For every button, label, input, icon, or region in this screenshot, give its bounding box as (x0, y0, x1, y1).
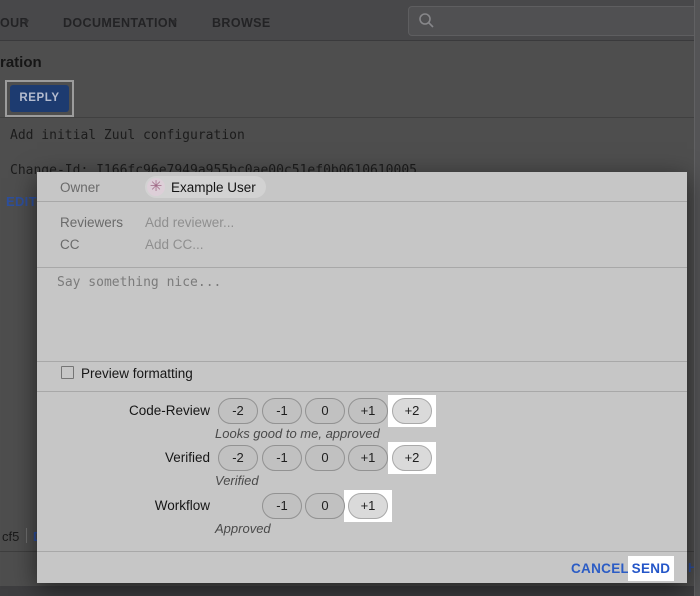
dialog-divider (37, 201, 687, 202)
vote-button-plus2-selected[interactable]: +2 (392, 445, 432, 471)
vote-row-code-review: Code-Review -2 -1 0 +1 +2 Looks good to … (37, 398, 687, 444)
vote-button-minus2[interactable]: -2 (218, 398, 258, 424)
nav-item-browse[interactable]: BROWSE (212, 16, 271, 30)
page-divider (0, 117, 700, 118)
vote-button-plus1[interactable]: +1 (348, 445, 388, 471)
separator (26, 528, 27, 543)
identicon-avatar: ✳ (147, 178, 165, 196)
owner-chip[interactable]: ✳ Example User (145, 176, 266, 198)
reply-button[interactable]: REPLY (10, 85, 69, 112)
reply-dialog: Owner ✳ Example User Reviewers Add revie… (37, 172, 687, 583)
caret-down-icon: ▾ (172, 17, 177, 28)
top-navigation-bar: OUR ▾ DOCUMENTATION ▾ BROWSE (0, 0, 700, 41)
owner-name: Example User (171, 180, 256, 195)
cc-label: CC (60, 237, 80, 252)
vote-button-zero[interactable]: 0 (305, 493, 345, 519)
vote-button-zero[interactable]: 0 (305, 445, 345, 471)
vote-row-verified: Verified -2 -1 0 +1 +2 Verified (37, 445, 687, 491)
dialog-divider (37, 267, 687, 268)
vote-button-plus1[interactable]: +1 (348, 398, 388, 424)
vote-description: Approved (215, 521, 271, 536)
reviewers-label: Reviewers (60, 215, 123, 230)
sha-fragment: cf5 (2, 529, 19, 544)
add-cc-input[interactable]: Add CC... (145, 237, 204, 252)
search-input[interactable] (408, 6, 700, 36)
vote-button-zero[interactable]: 0 (305, 398, 345, 424)
vote-label: Verified (37, 450, 210, 465)
vote-button-minus1[interactable]: -1 (262, 493, 302, 519)
vote-description: Verified (215, 473, 259, 488)
send-button[interactable]: SEND (628, 556, 674, 581)
page-footer-bar (0, 586, 700, 596)
vote-label: Code-Review (37, 403, 210, 418)
edit-link[interactable]: EDIT (6, 194, 37, 209)
preview-formatting-label: Preview formatting (81, 366, 193, 381)
scrollbar[interactable] (694, 0, 700, 596)
owner-label: Owner (60, 180, 100, 195)
vote-button-minus1[interactable]: -1 (262, 398, 302, 424)
page-title-fragment: ration (0, 54, 42, 71)
vote-row-workflow: Workflow -1 0 +1 Approved (37, 493, 687, 539)
search-icon (418, 12, 435, 34)
commit-subject: Add initial Zuul configuration (10, 128, 245, 143)
preview-formatting-checkbox[interactable] (61, 366, 74, 379)
vote-button-plus1-selected[interactable]: +1 (348, 493, 388, 519)
add-reviewer-input[interactable]: Add reviewer... (145, 215, 234, 230)
message-textarea[interactable]: Say something nice... (57, 275, 221, 290)
vote-button-plus2-selected[interactable]: +2 (392, 398, 432, 424)
vote-label: Workflow (37, 498, 210, 513)
dialog-divider (37, 551, 687, 552)
vote-description: Looks good to me, approved (215, 426, 380, 441)
dialog-divider (37, 361, 687, 362)
vote-button-minus1[interactable]: -1 (262, 445, 302, 471)
caret-down-icon: ▾ (24, 17, 29, 28)
vote-button-minus2[interactable]: -2 (218, 445, 258, 471)
cancel-button[interactable]: CANCEL (571, 561, 629, 576)
nav-item-documentation[interactable]: DOCUMENTATION (63, 16, 177, 30)
dialog-divider (37, 391, 687, 392)
